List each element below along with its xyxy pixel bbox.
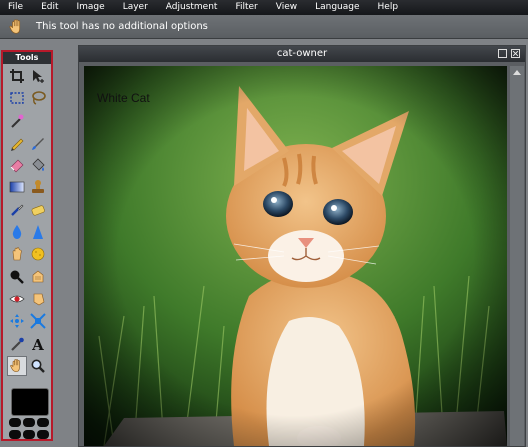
menu-view[interactable]: View	[268, 0, 307, 15]
option-dot[interactable]	[37, 418, 49, 427]
spot-heal-icon[interactable]	[28, 289, 48, 309]
image-canvas[interactable]: White Cat	[84, 66, 507, 446]
hand-icon	[9, 18, 21, 34]
menu-bar: File Edit Image Layer Adjustment Filter …	[0, 0, 528, 15]
tools-panel: Tools A	[1, 50, 53, 441]
option-dot[interactable]	[23, 430, 35, 439]
magic-wand-icon[interactable]	[7, 111, 27, 131]
color-swatch[interactable]	[11, 388, 49, 416]
brush-icon[interactable]	[28, 133, 48, 153]
zoom-icon[interactable]	[28, 356, 48, 376]
close-icon[interactable]	[511, 49, 520, 58]
tools-grid: A	[7, 66, 49, 378]
hand-icon[interactable]	[7, 355, 27, 376]
sharpen-icon[interactable]	[28, 222, 48, 242]
color-picker-icon[interactable]	[7, 334, 27, 354]
option-dot[interactable]	[37, 430, 49, 439]
bloat-icon[interactable]	[7, 311, 27, 331]
dodge-icon[interactable]	[7, 267, 27, 287]
option-dot[interactable]	[9, 418, 21, 427]
eraser-icon[interactable]	[7, 155, 27, 175]
menu-edit[interactable]: Edit	[33, 0, 68, 15]
crop-icon[interactable]	[7, 66, 27, 86]
image-window-title: cat-owner	[276, 48, 328, 59]
marquee-select-icon[interactable]	[7, 88, 27, 108]
tools-panel-title: Tools	[3, 52, 51, 64]
burn-icon[interactable]	[28, 267, 48, 287]
clone-stamp-icon[interactable]	[28, 177, 48, 197]
menu-help[interactable]: Help	[370, 0, 409, 15]
red-eye-icon[interactable]	[7, 289, 27, 309]
layer-text[interactable]: White Cat	[97, 91, 150, 105]
maximize-icon[interactable]	[498, 49, 507, 58]
cat-photo	[84, 66, 507, 446]
smudge-icon[interactable]	[7, 244, 27, 264]
scroll-up-icon[interactable]	[513, 70, 521, 75]
lasso-icon[interactable]	[28, 88, 48, 108]
tool-options-dots	[9, 418, 49, 439]
options-message: This tool has no additional options	[36, 21, 208, 32]
options-bar: This tool has no additional options	[0, 15, 528, 39]
pencil-icon[interactable]	[7, 133, 27, 153]
menu-image[interactable]: Image	[69, 0, 115, 15]
vertical-scrollbar[interactable]	[510, 66, 524, 446]
option-dot[interactable]	[9, 430, 21, 439]
svg-text:A: A	[31, 336, 44, 352]
menu-file[interactable]: File	[0, 0, 33, 15]
color-replace-icon[interactable]	[7, 200, 27, 220]
move-icon[interactable]	[28, 66, 48, 86]
sponge-icon[interactable]	[28, 244, 48, 264]
type-icon[interactable]: A	[28, 334, 48, 354]
option-dot[interactable]	[23, 418, 35, 427]
menu-adjustment[interactable]: Adjustment	[158, 0, 228, 15]
pinch-icon[interactable]	[28, 311, 48, 331]
image-window-titlebar[interactable]: cat-owner	[79, 46, 525, 62]
gradient-icon[interactable]	[7, 177, 27, 197]
healing-icon[interactable]	[28, 200, 48, 220]
menu-filter[interactable]: Filter	[227, 0, 267, 15]
empty-slot	[28, 111, 49, 133]
blur-drop-icon[interactable]	[7, 222, 27, 242]
paint-bucket-icon[interactable]	[28, 155, 48, 175]
image-window: cat-owner White Cat	[78, 45, 526, 447]
menu-layer[interactable]: Layer	[115, 0, 158, 15]
menu-language[interactable]: Language	[307, 0, 369, 15]
